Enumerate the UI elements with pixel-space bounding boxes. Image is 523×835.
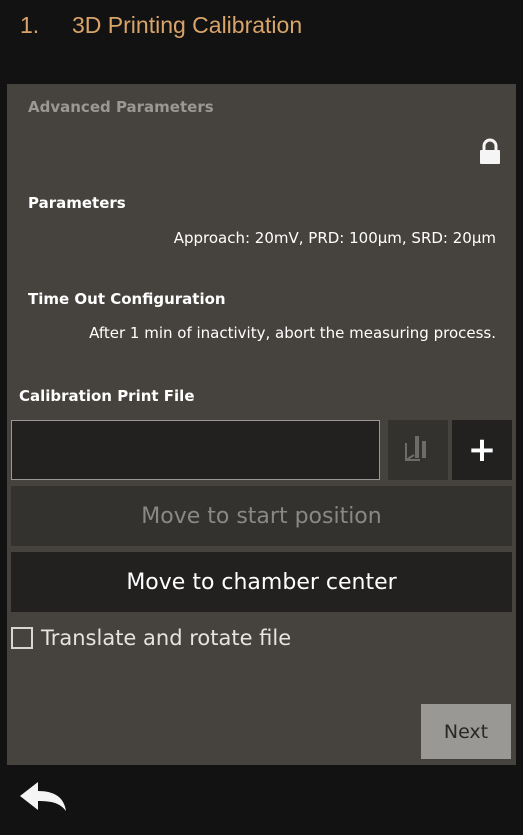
file-label: Calibration Print File <box>19 387 195 405</box>
chart-icon <box>405 436 426 461</box>
timeout-label: Time Out Configuration <box>28 290 226 308</box>
move-to-start-button[interactable]: Move to start position <box>11 486 512 546</box>
translate-rotate-checkbox[interactable]: Translate and rotate file <box>11 626 291 650</box>
page-title: 1. 3D Printing Calibration <box>20 12 303 38</box>
parameters-value: Approach: 20mV, PRD: 100µm, SRD: 20µm <box>173 229 496 247</box>
parameters-label: Parameters <box>28 194 126 212</box>
add-file-button[interactable]: + <box>452 420 512 480</box>
preview-button[interactable] <box>388 420 448 480</box>
timeout-value: After 1 min of inactivity, abort the mea… <box>89 324 496 342</box>
lock-icon[interactable] <box>479 138 501 168</box>
file-input[interactable] <box>11 420 380 480</box>
next-button[interactable]: Next <box>421 704 511 759</box>
move-to-center-button[interactable]: Move to chamber center <box>11 552 512 612</box>
advanced-heading: Advanced Parameters <box>28 98 214 116</box>
advanced-parameters-panel: Advanced Parameters Parameters Approach:… <box>7 84 516 765</box>
checkbox-box[interactable] <box>11 627 33 649</box>
back-arrow-icon[interactable] <box>18 780 68 818</box>
